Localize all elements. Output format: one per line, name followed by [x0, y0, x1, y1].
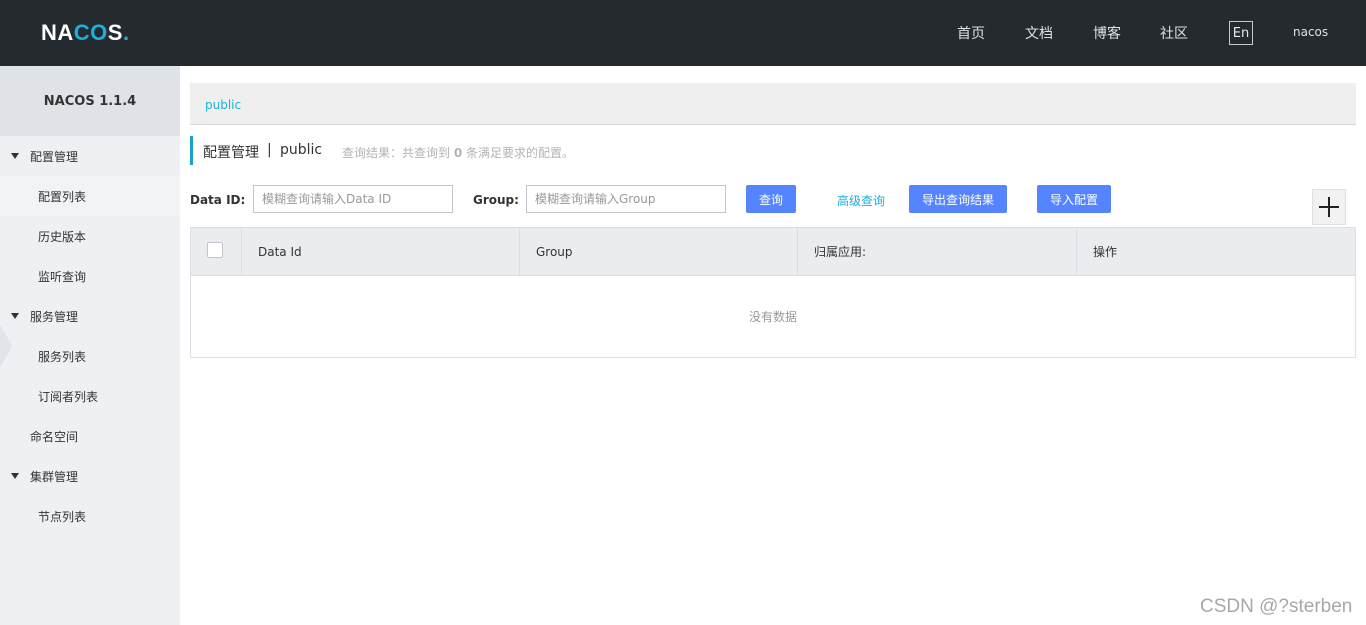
data-id-input[interactable]: [253, 185, 453, 213]
nav-docs[interactable]: 文档: [1025, 23, 1053, 43]
sidebar-item-node-list[interactable]: 节点列表: [0, 496, 180, 536]
sidebar-group-label: 集群管理: [30, 469, 79, 484]
select-all-checkbox[interactable]: [207, 242, 223, 258]
page-heading: 配置管理 | public 查询结果：共查询到 0 条满足要求的配置。: [190, 136, 574, 165]
caret-down-icon: [11, 473, 19, 479]
sidebar-item-namespace[interactable]: 命名空间: [0, 416, 180, 456]
title-separator: |: [267, 142, 272, 158]
config-table: Data Id Group 归属应用: 操作 没有数据: [190, 227, 1356, 358]
sidebar-item-subscriber-list[interactable]: 订阅者列表: [0, 376, 180, 416]
sidebar-title: NACOS 1.1.4: [0, 66, 180, 136]
caret-down-icon: [11, 153, 19, 159]
sidebar-item-label: 历史版本: [38, 229, 87, 244]
sidebar-group-service[interactable]: 服务管理: [0, 296, 180, 336]
column-header-app[interactable]: 归属应用:: [798, 228, 1077, 275]
sidebar-group-cluster[interactable]: 集群管理: [0, 456, 180, 496]
sidebar-group-label: 配置管理: [30, 149, 79, 164]
sidebar-item-label: 命名空间: [30, 429, 79, 444]
sidebar-item-history[interactable]: 历史版本: [0, 216, 180, 256]
empty-table-message: 没有数据: [748, 310, 797, 324]
query-result-info: 查询结果：共查询到 0 条满足要求的配置。: [342, 144, 574, 161]
page-namespace: public: [280, 142, 323, 158]
group-label: Group:: [473, 193, 519, 207]
nav-blog[interactable]: 博客: [1093, 23, 1121, 43]
sidebar-item-config-list[interactable]: 配置列表: [0, 176, 180, 216]
sidebar-item-label: 服务列表: [38, 349, 87, 364]
logo-text-accent: CO: [73, 20, 108, 45]
logo-text-pre: NA: [41, 20, 74, 45]
column-header-data-id[interactable]: Data Id: [242, 228, 520, 275]
page-title: 配置管理: [203, 145, 259, 161]
namespace-bar: public: [190, 83, 1356, 125]
sidebar-item-service-list[interactable]: 服务列表: [0, 336, 180, 376]
column-header-group[interactable]: Group: [520, 228, 798, 275]
nacos-logo[interactable]: NA CO S.: [41, 19, 130, 47]
language-toggle-button[interactable]: En: [1229, 21, 1253, 45]
query-button[interactable]: 查询: [746, 185, 796, 213]
select-column: [191, 228, 242, 275]
data-id-label: Data ID:: [190, 193, 246, 207]
logo-dot: .: [122, 20, 130, 45]
advanced-query-link[interactable]: 高级查询: [837, 192, 885, 209]
user-name[interactable]: nacos: [1293, 25, 1328, 39]
export-results-button[interactable]: 导出查询结果: [909, 185, 1007, 213]
sidebar: NACOS 1.1.4 配置管理 配置列表 历史版本 监听查询 服务管理 服务列…: [0, 66, 180, 625]
top-header: NA CO S. 首页 文档 博客 社区 En nacos: [0, 0, 1366, 66]
sidebar-item-label: 监听查询: [38, 269, 87, 284]
watermark-text: CSDN @?sterben: [1200, 596, 1353, 617]
sidebar-item-label: 订阅者列表: [38, 389, 99, 404]
result-prefix: 查询结果：共查询到: [342, 146, 451, 160]
sidebar-group-config[interactable]: 配置管理: [0, 136, 180, 176]
column-header-actions: 操作: [1093, 245, 1118, 259]
group-input[interactable]: [526, 185, 726, 213]
logo-text-post: S: [107, 20, 123, 45]
table-header: Data Id Group 归属应用: 操作: [191, 228, 1355, 276]
sidebar-collapse-handle[interactable]: [0, 324, 12, 368]
result-suffix: 条满足要求的配置。: [466, 146, 575, 160]
caret-down-icon: [11, 313, 19, 319]
sidebar-item-label: 配置列表: [38, 189, 87, 204]
sidebar-item-listener-query[interactable]: 监听查询: [0, 256, 180, 296]
result-count: 0: [453, 146, 463, 160]
sidebar-group-label: 服务管理: [30, 309, 79, 324]
import-config-button[interactable]: 导入配置: [1037, 185, 1111, 213]
nav-home[interactable]: 首页: [957, 23, 985, 43]
namespace-link-public[interactable]: public: [205, 98, 241, 112]
nav-community[interactable]: 社区: [1160, 23, 1188, 43]
add-config-button[interactable]: [1312, 189, 1346, 225]
sidebar-item-label: 节点列表: [38, 509, 87, 524]
